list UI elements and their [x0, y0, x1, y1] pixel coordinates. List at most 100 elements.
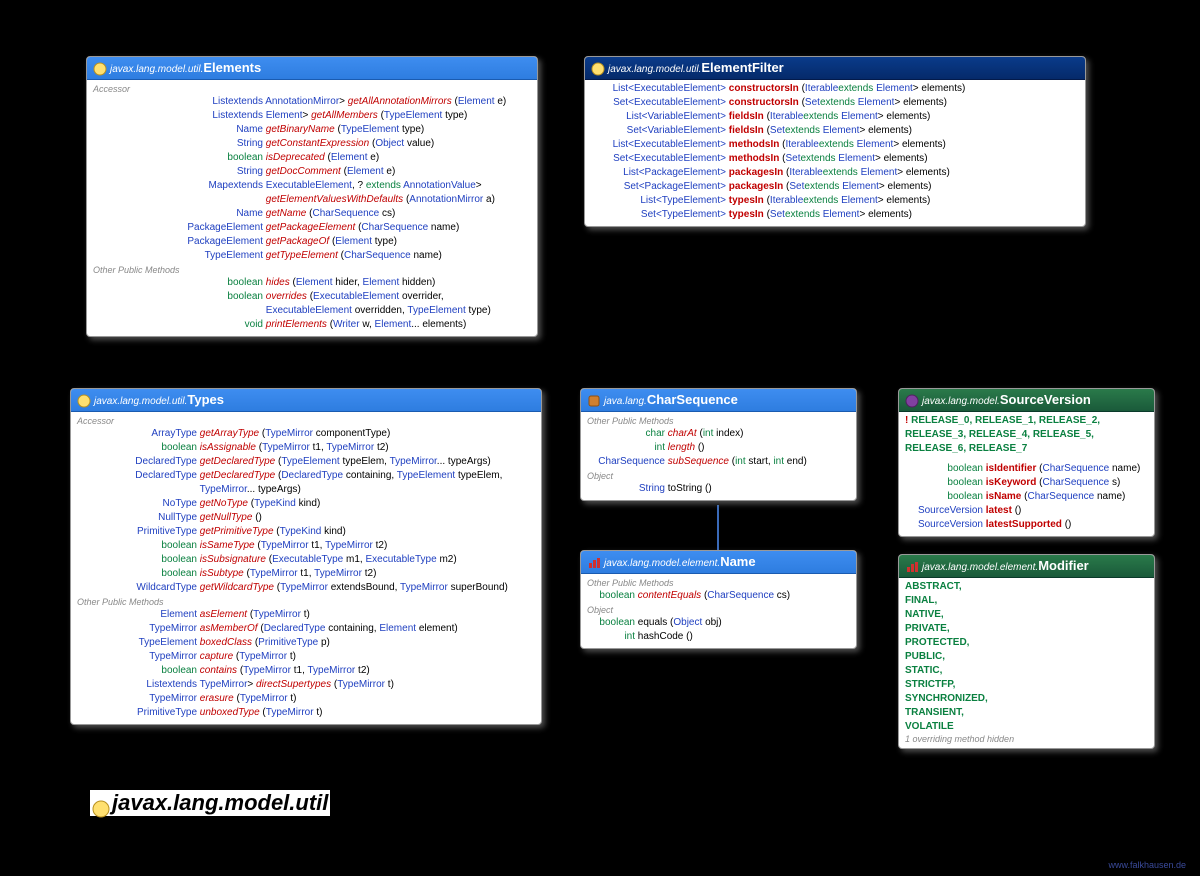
method-row: boolean overrides (ExecutableElement ove… [93, 290, 531, 304]
method-row: ArrayType getArrayType (TypeMirror compo… [77, 427, 535, 441]
method-row: boolean isDeprecated (Element e) [93, 151, 531, 165]
sourceversion-header: javax.lang.model.SourceVersion [899, 389, 1154, 412]
method-row: TypeElement boxedClass (PrimitiveType p) [77, 636, 535, 650]
types-box: javax.lang.model.util.Types Accessor Arr… [70, 388, 542, 725]
method-row: boolean contentEquals (CharSequence cs) [587, 589, 850, 603]
method-row: DeclaredType getDeclaredType (DeclaredTy… [77, 469, 535, 483]
credit-link[interactable]: www.falkhausen.de [1108, 860, 1186, 870]
section-label: Other Public Methods [93, 265, 531, 275]
section-label: Accessor [77, 416, 535, 426]
section-label: Object [587, 605, 850, 615]
method-row: Set<ExecutableElement> methodsIn (Setext… [591, 152, 1079, 166]
connector-line [717, 505, 719, 551]
package-title: javax.lang.model.util [90, 790, 330, 816]
method-row: Name getName (CharSequence cs) [93, 207, 531, 221]
method-row: TypeMirror erasure (TypeMirror t) [77, 692, 535, 706]
method-row: PrimitiveType getPrimitiveType (TypeKind… [77, 525, 535, 539]
enum-icon [905, 394, 919, 408]
elementfilter-header: javax.lang.model.util.ElementFilter [585, 57, 1085, 80]
modifier-header: javax.lang.model.element.Modifier [899, 555, 1154, 578]
enum-constant: STRICTFP, [905, 678, 1148, 692]
method-row: Set<VariableElement> fieldsIn (Setextend… [591, 124, 1079, 138]
enum-constant: FINAL, [905, 594, 1148, 608]
method-row: Set<ExecutableElement> constructorsIn (S… [591, 96, 1079, 110]
method-row: ExecutableElement overridden, TypeElemen… [93, 304, 531, 318]
class-icon [591, 62, 605, 76]
method-row: boolean hides (Element hider, Element hi… [93, 276, 531, 290]
enum-constant: PUBLIC, [905, 650, 1148, 664]
elementfilter-box: javax.lang.model.util.ElementFilter List… [584, 56, 1086, 227]
method-row: String toString () [587, 482, 850, 496]
interface-icon [587, 556, 601, 570]
method-row: Listextends TypeMirror> directSupertypes… [77, 678, 535, 692]
method-row: Set<PackageElement> packagesIn (Setexten… [591, 180, 1079, 194]
method-row: Element asElement (TypeMirror t) [77, 608, 535, 622]
method-row: List<PackageElement> packagesIn (Iterabl… [591, 166, 1079, 180]
method-row: SourceVersion latestSupported () [905, 518, 1148, 532]
method-row: Name getBinaryName (TypeElement type) [93, 123, 531, 137]
sourceversion-rows: boolean isIdentifier (CharSequence name)… [905, 462, 1148, 532]
section-label: Other Public Methods [587, 578, 850, 588]
method-row: boolean isAssignable (TypeMirror t1, Typ… [77, 441, 535, 455]
method-row: char charAt (int index) [587, 427, 850, 441]
elements-accessor-rows: Listextends AnnotationMirror> getAllAnno… [93, 95, 531, 263]
method-row: TypeElement getTypeElement (CharSequence… [93, 249, 531, 263]
elements-box: javax.lang.model.util.Elements Accessor … [86, 56, 538, 337]
method-row: int hashCode () [587, 630, 850, 644]
method-row: List<VariableElement> fieldsIn (Iterable… [591, 110, 1079, 124]
method-row: PackageElement getPackageOf (Element typ… [93, 235, 531, 249]
modifier-note: 1 overriding method hidden [905, 734, 1148, 744]
method-row: List<TypeElement> typesIn (Iterableexten… [591, 194, 1079, 208]
enum-constant: VOLATILE [905, 720, 1148, 734]
method-row: boolean isSubsignature (ExecutableType m… [77, 553, 535, 567]
method-row: PackageElement getPackageElement (CharSe… [93, 221, 531, 235]
method-row: Listextends AnnotationMirror> getAllAnno… [93, 95, 531, 109]
enum-icon [905, 560, 919, 574]
method-row: List<ExecutableElement> constructorsIn (… [591, 82, 1079, 96]
method-row: SourceVersion latest () [905, 504, 1148, 518]
method-row: boolean isSubtype (TypeMirror t1, TypeMi… [77, 567, 535, 581]
method-row: Set<TypeElement> typesIn (Setextends Ele… [591, 208, 1079, 222]
sourceversion-constants: ! RELEASE_0, RELEASE_1, RELEASE_2, RELEA… [905, 414, 1148, 456]
interface-icon [93, 62, 107, 76]
method-row: TypeMirror asMemberOf (DeclaredType cont… [77, 622, 535, 636]
charsequence-header: java.lang.CharSequence [581, 389, 856, 412]
method-row: TypeMirror capture (TypeMirror t) [77, 650, 535, 664]
modifier-box: javax.lang.model.element.Modifier ABSTRA… [898, 554, 1155, 749]
section-label: Other Public Methods [77, 597, 535, 607]
method-row: boolean isKeyword (CharSequence s) [905, 476, 1148, 490]
charsequence-box: java.lang.CharSequence Other Public Meth… [580, 388, 857, 501]
class-icon [587, 394, 601, 408]
method-row: boolean isIdentifier (CharSequence name) [905, 462, 1148, 476]
elements-header: javax.lang.model.util.Elements [87, 57, 537, 80]
method-row: int length () [587, 441, 850, 455]
package-icon [92, 795, 110, 813]
method-row: Listextends Element> getAllMembers (Type… [93, 109, 531, 123]
name-rows2: boolean equals (Object obj)int hashCode … [587, 616, 850, 644]
elementfilter-rows: List<ExecutableElement> constructorsIn (… [585, 80, 1085, 226]
enum-constant: SYNCHRONIZED, [905, 692, 1148, 706]
method-row: boolean isName (CharSequence name) [905, 490, 1148, 504]
method-row: boolean equals (Object obj) [587, 616, 850, 630]
method-row: String getConstantExpression (Object val… [93, 137, 531, 151]
method-row: NoType getNoType (TypeKind kind) [77, 497, 535, 511]
enum-constant: NATIVE, [905, 608, 1148, 622]
method-row: DeclaredType getDeclaredType (TypeElemen… [77, 455, 535, 469]
name-box: javax.lang.model.element.Name Other Publ… [580, 550, 857, 649]
method-row: List<ExecutableElement> methodsIn (Itera… [591, 138, 1079, 152]
method-row: WildcardType getWildcardType (TypeMirror… [77, 581, 535, 595]
method-row: TypeMirror... typeArgs) [77, 483, 535, 497]
method-row: getElementValuesWithDefaults (Annotation… [93, 193, 531, 207]
charseq-rows1: char charAt (int index)int length ()Char… [587, 427, 850, 469]
section-label: Other Public Methods [587, 416, 850, 426]
sourceversion-box: javax.lang.model.SourceVersion ! RELEASE… [898, 388, 1155, 537]
name-rows1: boolean contentEquals (CharSequence cs) [587, 589, 850, 603]
types-header: javax.lang.model.util.Types [71, 389, 541, 412]
method-row: CharSequence subSequence (int start, int… [587, 455, 850, 469]
enum-constant: STATIC, [905, 664, 1148, 678]
elements-other-rows: boolean hides (Element hider, Element hi… [93, 276, 531, 332]
enum-constant: PRIVATE, [905, 622, 1148, 636]
enum-constant: TRANSIENT, [905, 706, 1148, 720]
method-row: PrimitiveType unboxedType (TypeMirror t) [77, 706, 535, 720]
method-row: boolean isSameType (TypeMirror t1, TypeM… [77, 539, 535, 553]
